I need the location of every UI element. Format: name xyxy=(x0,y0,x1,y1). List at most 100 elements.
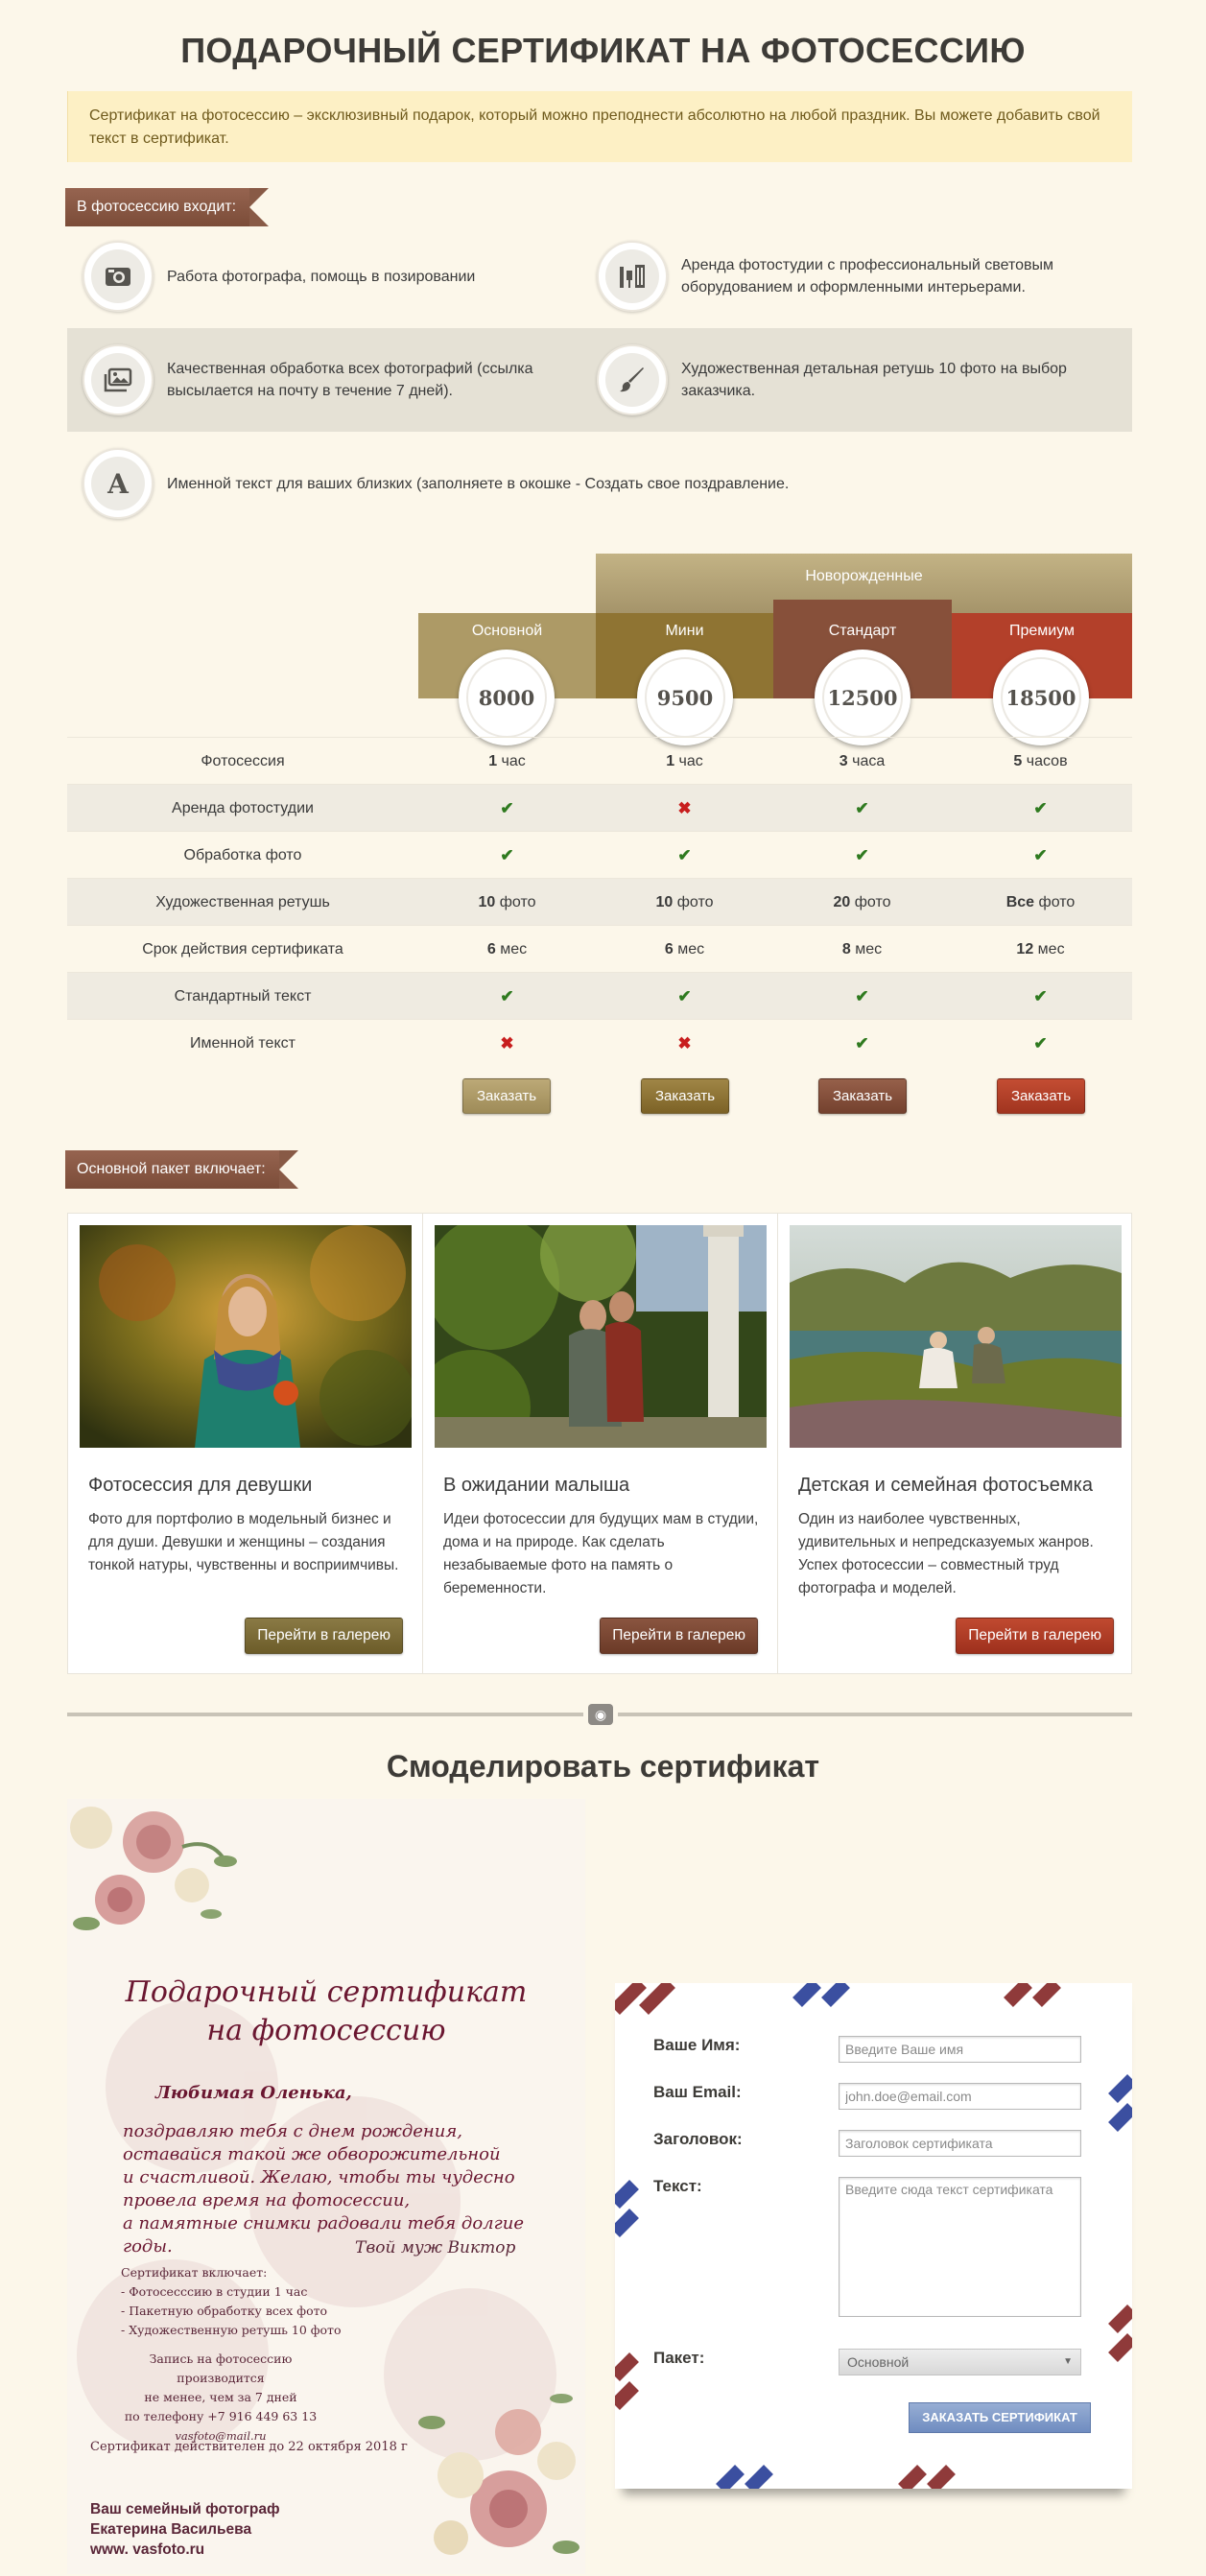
price-badge: 9500 xyxy=(637,650,733,745)
feature-row: Художественная ретушь 10 фото 10 фото 20 фо… xyxy=(67,878,1132,925)
feature-unit: мес xyxy=(1033,941,1065,957)
includes-row: A Именной текст для ваших близких (запол… xyxy=(67,432,1132,535)
feature-value: 1 xyxy=(666,753,675,769)
order-button-basic[interactable]: Заказать xyxy=(462,1078,551,1114)
message-line: и счастливой. Желаю, чтобы ты чудесно xyxy=(123,2167,515,2187)
feature-label: Аренда фотостудии xyxy=(172,800,314,816)
feature-value: 3 xyxy=(839,753,848,769)
include-item: A Именной текст для ваших близких (запол… xyxy=(83,432,1042,535)
package-select[interactable]: Основной ▼ xyxy=(839,2349,1081,2375)
gallery-button[interactable]: Перейти в галерею xyxy=(600,1618,758,1654)
feature-unit: мес xyxy=(673,941,705,957)
order-button-premium[interactable]: Заказать xyxy=(997,1078,1085,1114)
cross-icon: ✖ xyxy=(500,1034,514,1052)
certificate-booking-note: Запись на фотосессию производится не мен… xyxy=(106,2350,336,2446)
price-badge: 18500 xyxy=(993,650,1089,745)
feature-row: Именной текст ✖ ✖ ✔ ✔ xyxy=(67,1019,1132,1066)
feature-value: 6 xyxy=(486,941,496,957)
include-item: Качественная обработка всех фотографий (… xyxy=(83,328,562,432)
includes-line: - Фотосесссию в студии 1 час xyxy=(121,2284,308,2299)
feature-cell: ✔ xyxy=(773,832,951,879)
feature-value: 6 xyxy=(664,941,674,957)
feature-value: 1 xyxy=(488,753,498,769)
check-icon: ✔ xyxy=(500,799,514,817)
price-badge: 8000 xyxy=(459,650,555,745)
feature-cell: ✖ xyxy=(596,785,773,832)
feature-cell: ✔ xyxy=(773,1020,951,1067)
include-item: Работа фотографа, помощь в позировании xyxy=(83,225,562,328)
feature-cell: ✔ xyxy=(773,973,951,1020)
feature-value: 10 xyxy=(655,894,674,910)
feature-label: Именной текст xyxy=(190,1035,296,1052)
note-line: Запись на фотосессию производится xyxy=(149,2351,293,2385)
certificate-title-line: на фотосессию xyxy=(206,2014,446,2047)
subject-input[interactable] xyxy=(839,2130,1081,2157)
feature-cell: 20 фото xyxy=(773,879,951,926)
includes-row: Качественная обработка всех фотографий (… xyxy=(67,328,1132,432)
certificate-text-input[interactable] xyxy=(839,2177,1081,2317)
camera-icon: ◉ xyxy=(583,1701,618,1728)
includes-ribbon: В фотосессию входит: xyxy=(65,188,270,226)
name-label: Ваше Имя: xyxy=(653,2036,741,2054)
check-icon: ✔ xyxy=(1033,799,1048,817)
gallery-button[interactable]: Перейти в галерею xyxy=(956,1618,1114,1654)
certificate-title-line: Подарочный сертификат xyxy=(125,1975,528,2009)
feature-cell: Все фото xyxy=(952,879,1129,926)
certificate-order-form: Ваше Имя: Ваш Email: Заголовок: Текст: П… xyxy=(615,1983,1132,2489)
include-item: Аренда фотостудии с профессиональный све… xyxy=(597,225,1096,328)
camera-icon xyxy=(83,241,154,312)
package-name: Мини xyxy=(665,623,704,639)
message-line: поздравляю тебя с днем рождения, xyxy=(123,2121,463,2141)
feature-cell: 6 мес xyxy=(596,926,773,973)
message-line: оставайся такой же обворожительной xyxy=(123,2144,501,2164)
feature-row: Срок действия сертификата 6 мес 6 мес 8 мес… xyxy=(67,925,1132,972)
subject-label: Заголовок: xyxy=(653,2130,743,2148)
check-icon: ✔ xyxy=(1033,1034,1048,1052)
feature-cell: 1 час xyxy=(418,738,596,785)
photographer-line: www. vasfoto.ru xyxy=(90,2541,205,2558)
feature-value: Все xyxy=(1005,894,1035,910)
price-value: 9500 xyxy=(645,657,725,738)
note-line: не менее, чем за 7 дней xyxy=(144,2390,297,2404)
check-icon: ✔ xyxy=(1033,846,1048,864)
portrait-photo[interactable] xyxy=(80,1225,412,1448)
model-certificate-title: Смоделировать сертификат xyxy=(386,1749,820,1784)
pregnancy-photo[interactable] xyxy=(435,1225,767,1448)
feature-cell: ✔ xyxy=(773,785,951,832)
feature-cell: ✔ xyxy=(418,832,596,879)
gallery-card: В ожидании малыша Идеи фотосессии для бу… xyxy=(423,1214,778,1673)
order-button-standard[interactable]: Заказать xyxy=(818,1078,907,1114)
page-title: ПОДАРОЧНЫЙ СЕРТИФИКАТ НА ФОТОСЕССИЮ xyxy=(180,31,1026,70)
card-title: Детская и семейная фотосъемка xyxy=(798,1475,1093,1496)
include-item: Художественная детальная ретушь 10 фото … xyxy=(597,328,1096,432)
name-input[interactable] xyxy=(839,2036,1081,2063)
feature-unit: часа xyxy=(847,753,886,769)
feature-cell: ✔ xyxy=(952,1020,1129,1067)
price-value: 18500 xyxy=(1001,657,1081,738)
includes-heading: Сертификат включает: xyxy=(121,2265,268,2280)
package-name: Основной xyxy=(471,623,543,639)
gallery-cards: Фотосессия для девушки Фото для портфоли… xyxy=(67,1213,1132,1674)
order-certificate-button[interactable]: ЗАКАЗАТЬ СЕРТИФИКАТ xyxy=(909,2402,1091,2433)
feature-row: Обработка фото ✔ ✔ ✔ ✔ xyxy=(67,831,1132,878)
photographer-line: Екатерина Васильева xyxy=(90,2521,252,2538)
text-label: Текст: xyxy=(653,2177,702,2195)
feature-cell: ✔ xyxy=(952,973,1129,1020)
check-icon: ✔ xyxy=(500,987,514,1005)
feature-value: 12 xyxy=(1016,941,1034,957)
check-icon: ✔ xyxy=(855,1034,869,1052)
order-button-mini[interactable]: Заказать xyxy=(641,1078,729,1114)
note-line: по телефону +7 916 449 63 13 xyxy=(124,2409,318,2423)
gallery-button[interactable]: Перейти в галерею xyxy=(245,1618,403,1654)
card-text: Один из наиболее чувственных, удивительн… xyxy=(798,1511,1094,1596)
price-value: 12500 xyxy=(822,657,903,738)
gallery-card: Фотосессия для девушки Фото для портфоли… xyxy=(68,1214,423,1673)
certificate-recipient: Любимая Оленька, xyxy=(155,2083,352,2103)
email-input[interactable] xyxy=(839,2083,1081,2110)
certificate-preview: Подарочный сертификат на фотосессию Люби… xyxy=(67,1799,585,2574)
family-photo[interactable] xyxy=(790,1225,1122,1448)
certificate-photographer: Ваш семейный фотограф Екатерина Васильев… xyxy=(90,2499,280,2560)
card-text: Идеи фотосессии для будущих мам в студии… xyxy=(443,1511,759,1596)
include-text: Именной текст для ваших близких (заполня… xyxy=(167,475,790,492)
feature-cell: 10 фото xyxy=(418,879,596,926)
